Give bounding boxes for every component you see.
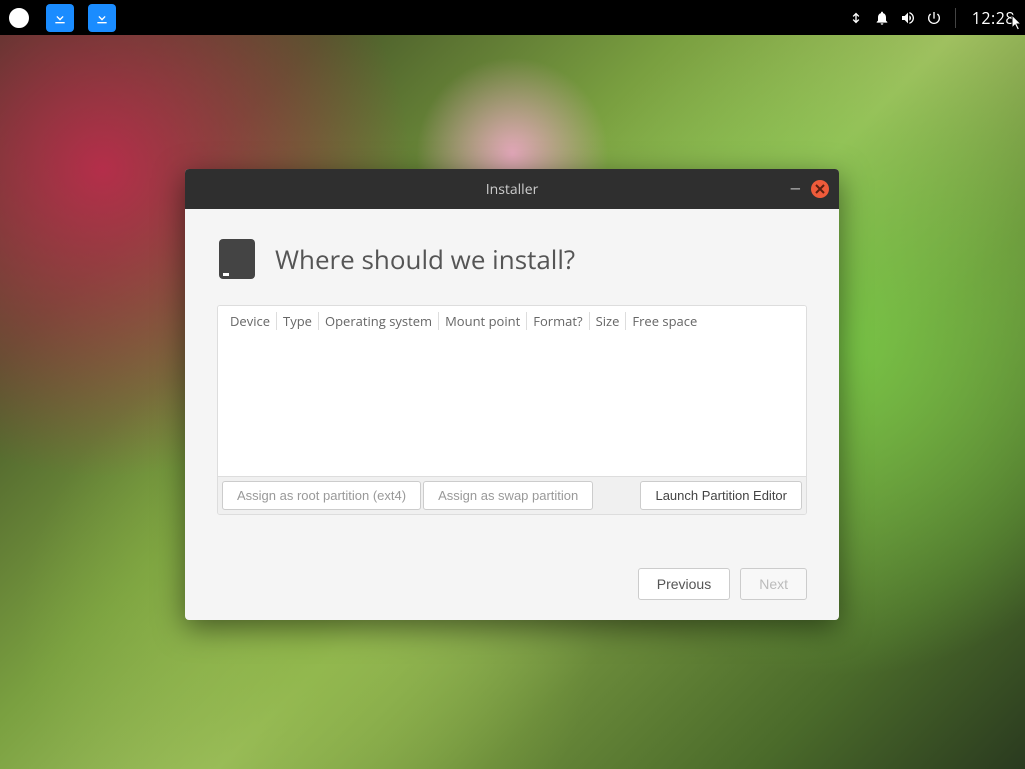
col-os[interactable]: Operating system <box>319 312 439 330</box>
partition-table: Device Type Operating system Mount point… <box>217 305 807 515</box>
disk-icon <box>217 237 257 281</box>
power-icon[interactable] <box>925 9 943 27</box>
panel-divider <box>955 8 956 28</box>
heading-row: Where should we install? <box>217 237 807 281</box>
minimize-button[interactable]: − <box>790 179 801 199</box>
partition-action-row: Assign as root partition (ext4) Assign a… <box>218 476 806 514</box>
nav-row: Previous Next <box>217 544 807 600</box>
notifications-icon[interactable] <box>873 9 891 27</box>
col-device[interactable]: Device <box>224 312 277 330</box>
col-mount[interactable]: Mount point <box>439 312 527 330</box>
table-header: Device Type Operating system Mount point… <box>218 306 806 336</box>
top-panel: 12:28 <box>0 0 1025 35</box>
download-arrow-icon <box>52 10 68 26</box>
assign-root-button[interactable]: Assign as root partition (ext4) <box>222 481 421 510</box>
col-size[interactable]: Size <box>590 312 627 330</box>
download-arrow-icon <box>94 10 110 26</box>
assign-swap-button[interactable]: Assign as swap partition <box>423 481 593 510</box>
taskbar-installer-1[interactable] <box>46 4 74 32</box>
clock[interactable]: 12:28 <box>968 7 1019 29</box>
volume-icon[interactable] <box>899 9 917 27</box>
close-icon <box>815 184 825 194</box>
network-icon[interactable] <box>847 9 865 27</box>
launch-partition-editor-button[interactable]: Launch Partition Editor <box>640 481 802 510</box>
installer-window: Installer − Where should we install? Dev… <box>185 169 839 620</box>
col-format[interactable]: Format? <box>527 312 589 330</box>
action-spacer <box>595 481 638 510</box>
window-content: Where should we install? Device Type Ope… <box>185 209 839 620</box>
previous-button[interactable]: Previous <box>638 568 730 600</box>
taskbar-installer-2[interactable] <box>88 4 116 32</box>
panel-left <box>6 4 116 32</box>
page-heading: Where should we install? <box>275 241 575 277</box>
window-titlebar[interactable]: Installer − <box>185 169 839 209</box>
col-type[interactable]: Type <box>277 312 319 330</box>
window-title: Installer <box>486 180 539 199</box>
close-button[interactable] <box>811 180 829 198</box>
panel-right: 12:28 <box>847 7 1019 29</box>
applications-menu-button[interactable] <box>6 5 32 31</box>
table-body[interactable] <box>218 336 806 476</box>
next-button[interactable]: Next <box>740 568 807 600</box>
col-free[interactable]: Free space <box>626 312 703 330</box>
